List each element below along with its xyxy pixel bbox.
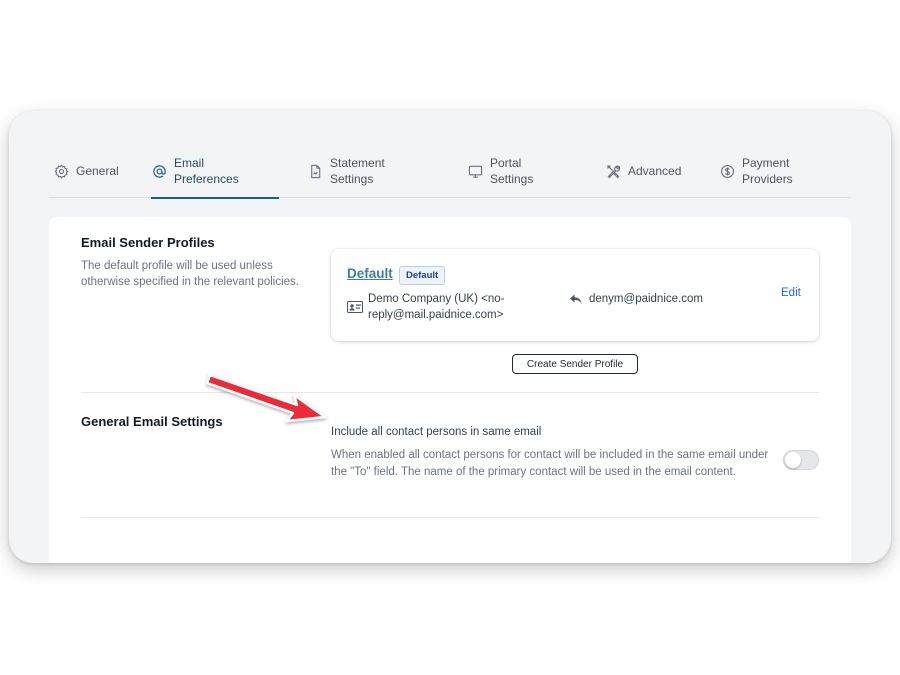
tab-statement-settings[interactable]: Statement Settings <box>307 144 400 198</box>
default-badge: Default <box>399 266 446 285</box>
edit-profile-link[interactable]: Edit <box>781 287 801 299</box>
annotation-arrow <box>205 373 327 423</box>
tab-label: General <box>76 164 119 178</box>
tab-payment-providers[interactable]: Payment Providers <box>719 144 808 198</box>
contact-card-icon <box>347 301 363 313</box>
toggle-knob <box>785 452 801 468</box>
setting-title: Include all contact persons in same emai… <box>331 426 542 438</box>
tab-label: Email Preferences <box>174 156 239 186</box>
tab-email-preferences[interactable]: Email Preferences <box>151 144 279 199</box>
tab-label: Payment Providers <box>742 156 793 186</box>
email-preferences-panel: Email Sender Profiles The default profil… <box>49 217 851 563</box>
gear-icon <box>53 163 69 179</box>
tools-icon <box>605 163 621 179</box>
tab-label: Statement Settings <box>330 156 385 186</box>
tab-label: Advanced <box>628 164 682 178</box>
reply-to-address: denym@paidnice.com <box>589 293 703 305</box>
at-sign-icon <box>151 163 167 179</box>
monitor-icon <box>467 163 483 179</box>
profile-name-link[interactable]: Default <box>347 266 393 281</box>
tab-advanced[interactable]: Advanced <box>605 144 681 198</box>
tab-portal-settings[interactable]: Portal Settings <box>467 144 550 198</box>
setting-description: When enabled all contact persons for con… <box>331 449 769 478</box>
reply-icon <box>570 294 582 304</box>
create-sender-profile-button[interactable]: Create Sender Profile <box>512 354 638 374</box>
section-divider <box>81 392 819 393</box>
section-title-general-email-settings: General Email Settings <box>81 414 223 429</box>
sender-address: Demo Company (UK) <no-reply@mail.paidnic… <box>368 293 505 321</box>
section-title-sender-profiles: Email Sender Profiles <box>81 235 215 250</box>
include-all-contacts-toggle[interactable] <box>783 450 819 470</box>
settings-window: General Email Preferences Statement Sett… <box>9 111 891 563</box>
settings-tab-bar: General Email Preferences Statement Sett… <box>49 144 851 199</box>
section-description: The default profile will be used unless … <box>81 260 299 288</box>
sender-profile-card: Default Default Demo Company (UK) <no-re… <box>331 249 819 341</box>
section-divider <box>81 517 819 518</box>
tab-label: Portal Settings <box>490 156 534 186</box>
dollar-circle-icon <box>719 163 735 179</box>
document-icon <box>307 163 323 179</box>
tab-general[interactable]: General <box>53 144 119 198</box>
